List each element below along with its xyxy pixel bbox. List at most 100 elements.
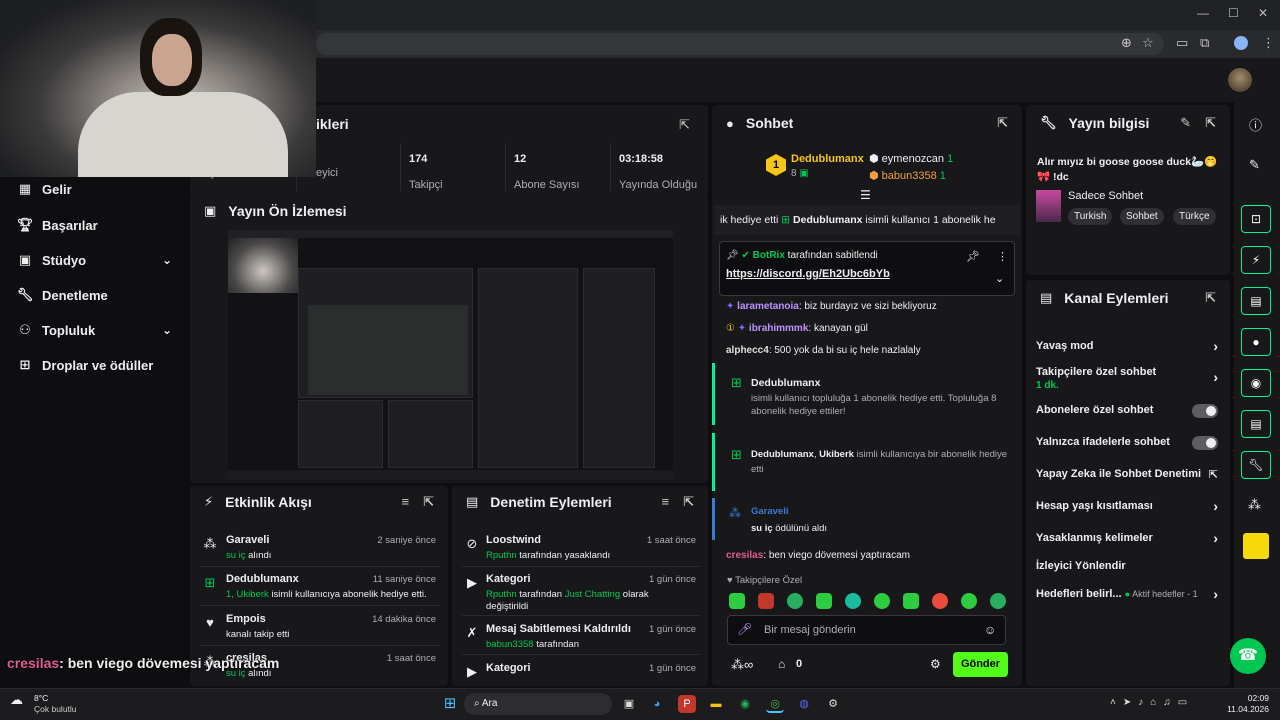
emote-icon[interactable] <box>874 593 890 609</box>
popout-icon[interactable]: ⇱ <box>683 494 694 510</box>
moderation-user[interactable]: Rputhn <box>486 589 517 600</box>
close-icon[interactable]: ✕ <box>1258 6 1268 20</box>
wrench-icon[interactable]: 🔧︎ <box>1241 451 1271 479</box>
emote-icon[interactable] <box>758 593 774 609</box>
emote-icon[interactable] <box>990 593 1006 609</box>
expand-leaderboard-icon[interactable]: ☰ <box>860 188 871 202</box>
popout-icon[interactable]: ⇱ <box>1205 115 1216 131</box>
toggle-switch[interactable] <box>1192 436 1218 450</box>
info-icon[interactable]: ⓘ <box>1249 115 1262 134</box>
action-goals[interactable]: Hedefleri belirl... ● Aktif hedefler - 1… <box>1036 586 1218 602</box>
chat-user[interactable]: ibrahimmmk <box>749 323 808 334</box>
more-options-icon[interactable]: ⋮ <box>997 250 1008 263</box>
reward-icon[interactable]: ⁂∞ <box>731 657 753 673</box>
action-ai-moderation[interactable]: Yapay Zeka ile Sohbet Denetimi ⇱ <box>1036 468 1218 481</box>
tag-chip[interactable]: Sohbet <box>1120 208 1164 225</box>
category-thumbnail[interactable] <box>1036 190 1061 222</box>
support-chat-icon[interactable]: ☎ <box>1230 638 1266 674</box>
menu-dots-icon[interactable]: ⋮ <box>1262 35 1275 51</box>
reward-user[interactable]: Garaveli <box>751 506 789 517</box>
category-name[interactable]: Sadece Sohbet <box>1068 190 1143 202</box>
chat-user[interactable]: cresilas <box>726 550 763 561</box>
actions-icon[interactable]: ▤ <box>1241 410 1271 438</box>
gift-user[interactable]: Dedublumanx <box>751 449 814 460</box>
unpin-icon[interactable]: 📌︎ <box>966 250 980 263</box>
document-icon[interactable]: ▤ <box>1241 287 1271 315</box>
sidebar-item-gelir[interactable]: ▦ Gelir <box>0 172 190 206</box>
chat-user[interactable]: larametanoia <box>737 301 799 312</box>
cast-icon[interactable]: ▭ <box>1176 35 1188 51</box>
discord-icon[interactable]: ◍ <box>795 695 813 713</box>
toggle-switch[interactable] <box>1192 404 1218 418</box>
screenshot-icon[interactable]: ⊡ <box>1241 205 1271 233</box>
emote-icon[interactable] <box>961 593 977 609</box>
emoji-icon[interactable]: ☺ <box>984 623 996 637</box>
address-bar[interactable] <box>316 33 1164 55</box>
windows-start-icon[interactable]: ⊞ <box>441 695 459 713</box>
action-subscribers-only[interactable]: Abonelere özel sohbet <box>1036 404 1218 418</box>
tag-chip[interactable]: Türkçe <box>1173 208 1216 225</box>
steam-icon[interactable]: ⚙ <box>824 695 842 713</box>
gift-recipient[interactable]: Ukiberk <box>819 449 854 460</box>
emote-icon[interactable] <box>845 593 861 609</box>
chrome-icon[interactable]: ◎ <box>766 695 784 713</box>
emote-icon[interactable] <box>903 593 919 609</box>
spotify-icon[interactable]: ◉ <box>736 695 754 713</box>
popout-icon[interactable]: ⇱ <box>1205 290 1216 306</box>
taskbar-search[interactable]: ⌕ Ara <box>464 693 612 715</box>
settings-gear-icon[interactable]: ⚙ <box>930 657 941 671</box>
zoom-icon[interactable]: ⊕ <box>1121 35 1132 51</box>
maximize-icon[interactable]: ☐ <box>1228 6 1239 20</box>
emote-icon[interactable] <box>729 593 745 609</box>
chat-user[interactable]: alphecc4 <box>726 345 769 356</box>
system-tray-icons[interactable]: ˄➤♪⌂♫▭ <box>1110 697 1194 708</box>
profile-icon[interactable] <box>1234 36 1248 50</box>
broadcast-icon[interactable]: ◉ <box>1241 369 1271 397</box>
filter-icon[interactable]: ≡ <box>662 494 670 510</box>
edit-pencil-icon[interactable]: ✎ <box>1249 157 1260 173</box>
task-view-icon[interactable]: ▣ <box>620 695 638 713</box>
moderation-user[interactable]: Rputhn <box>486 550 517 561</box>
bookmark-star-icon[interactable]: ☆ <box>1142 35 1154 51</box>
extensions-icon[interactable]: ⧉ <box>1200 35 1209 51</box>
edit-pencil-icon[interactable]: ✎ <box>1180 115 1191 131</box>
avatar[interactable] <box>1228 68 1252 92</box>
popout-icon[interactable]: ⇱ <box>997 115 1008 131</box>
minimize-icon[interactable]: — <box>1197 6 1209 20</box>
emote-icon[interactable] <box>816 593 832 609</box>
chat-bubble-icon[interactable]: ● <box>1241 328 1271 356</box>
tag-chip[interactable]: Turkish <box>1068 208 1113 225</box>
moderation-user[interactable]: babun3358 <box>486 639 534 650</box>
action-emotes-only[interactable]: Yalnızca ifadelerle sohbet <box>1036 436 1218 450</box>
microphone-icon[interactable]: 🎤︎ <box>737 622 752 636</box>
app-icon[interactable]: P <box>678 695 696 713</box>
popout-icon[interactable]: ⇱ <box>423 494 434 510</box>
sidebar-item-studyo[interactable]: ▣ Stüdyo ⌄ <box>0 243 190 277</box>
emote-icon[interactable] <box>787 593 803 609</box>
chevron-down-icon[interactable]: ⌄ <box>995 272 1004 285</box>
action-banned-words[interactable]: Yasaklanmış kelimeler › <box>1036 530 1218 546</box>
action-account-age[interactable]: Hesap yaşı kısıtlaması › <box>1036 498 1218 514</box>
store-icon[interactable]: ⌂ <box>778 657 785 671</box>
sidebar-item-topluluk[interactable]: ⚇ Topluluk ⌄ <box>0 313 190 347</box>
file-explorer-icon[interactable]: ▬ <box>707 695 725 713</box>
sidebar-item-denetleme[interactable]: 🔧︎ Denetleme <box>0 278 190 312</box>
leaderboard-user[interactable]: ⬢ babun3358 1 <box>869 169 946 182</box>
pinned-by-user[interactable]: BotRix <box>753 250 785 261</box>
weather-icon[interactable]: ☁ <box>10 692 23 708</box>
gift-user[interactable]: Dedublumanx <box>751 377 820 389</box>
preview-video[interactable] <box>228 230 673 480</box>
send-button[interactable]: Gönder <box>953 652 1008 677</box>
edge-icon[interactable]: ◕ <box>648 695 666 713</box>
action-raid[interactable]: İzleyici Yönlendir <box>1036 560 1218 572</box>
filter-icon[interactable]: ≡ <box>402 494 410 510</box>
popout-icon[interactable]: ⇱ <box>679 117 690 133</box>
bolt-icon[interactable]: ⚡︎ <box>1241 246 1271 274</box>
extension-icon[interactable] <box>1243 533 1269 559</box>
action-slow-mode[interactable]: Yavaş mod › <box>1036 338 1218 354</box>
sidebar-item-droplar[interactable]: ⊞ Droplar ve ödüller <box>0 348 190 382</box>
emote-icon[interactable] <box>932 593 948 609</box>
leaderboard-user[interactable]: ⬢ eymenozcan 1 <box>869 152 953 165</box>
sidebar-item-basarilar[interactable]: 🏆︎ Başarılar <box>0 208 190 242</box>
leaderboard-user[interactable]: Dedublumanx <box>791 153 864 165</box>
